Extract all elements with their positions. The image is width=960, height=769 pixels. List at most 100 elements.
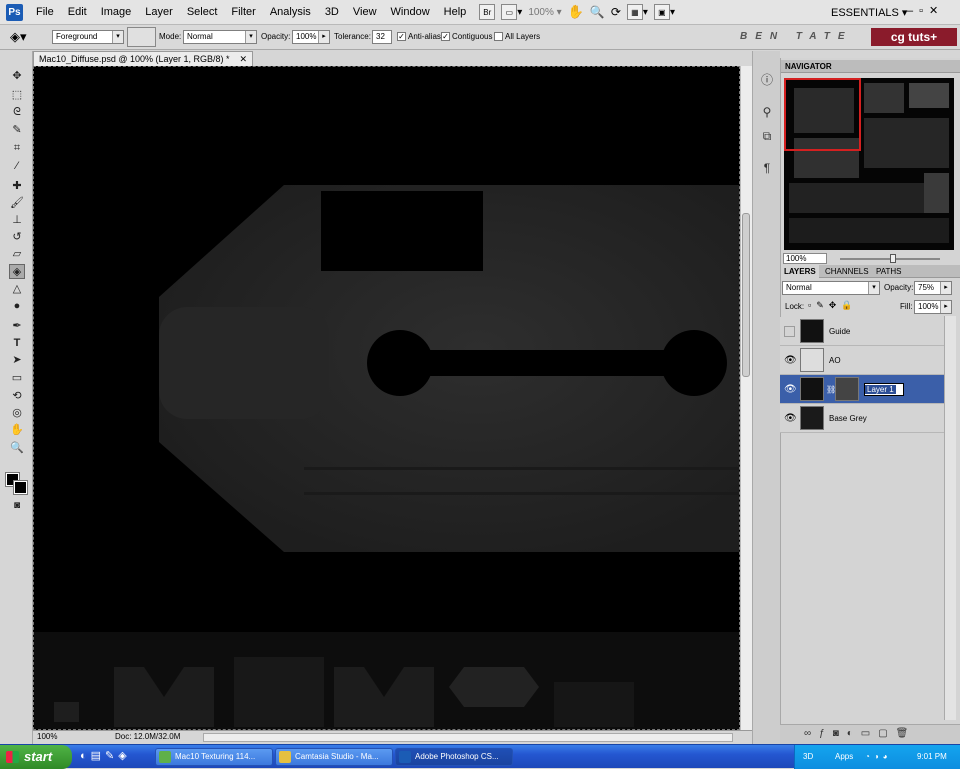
start-button[interactable]: start — [0, 745, 72, 769]
path-selection-tool-icon[interactable]: ➤ — [9, 353, 25, 368]
status-zoom[interactable]: 100% — [37, 731, 57, 743]
pen-tool-icon[interactable]: ✒ — [9, 319, 25, 334]
layers-scrollbar[interactable] — [944, 316, 956, 720]
type-tool-icon[interactable]: T — [9, 336, 25, 351]
brushes-panel-icon[interactable]: ⚲ — [758, 103, 776, 121]
eraser-tool-icon[interactable]: ▱ — [9, 247, 25, 262]
history-brush-tool-icon[interactable]: ↺ — [9, 230, 25, 245]
menu-help[interactable]: Help — [437, 0, 474, 25]
quick-mask-icon[interactable]: ◙ — [9, 498, 25, 513]
navigator-zoom-field[interactable]: 100% — [783, 253, 827, 264]
layer-row-base-grey[interactable]: 👁 Base Grey — [780, 404, 944, 433]
brush-tool-icon[interactable]: 🖌 — [9, 196, 25, 211]
canvas-scroll-thumb[interactable] — [742, 213, 750, 377]
clone-stamp-tool-icon[interactable]: ⊥ — [9, 213, 25, 228]
tab-layers[interactable]: LAYERS — [781, 265, 819, 278]
tray-icons[interactable]: ◔◑◕ — [865, 745, 892, 769]
tab-paths[interactable]: PATHS — [873, 265, 904, 278]
menu-layer[interactable]: Layer — [138, 0, 180, 25]
menu-image[interactable]: Image — [94, 0, 139, 25]
workspace-switcher[interactable]: ESSENTIALS ▾ — [831, 6, 907, 19]
bridge-button[interactable]: Br — [479, 4, 496, 21]
shape-tool-icon[interactable]: ▭ — [9, 371, 25, 386]
navigator-view-box[interactable] — [784, 78, 861, 151]
crop-tool-icon[interactable]: ⌗ — [9, 141, 25, 156]
layer-name[interactable]: Base Grey — [829, 404, 867, 433]
3d-rotate-tool-icon[interactable]: ⟲ — [9, 389, 25, 404]
dodge-tool-icon[interactable]: ● — [9, 299, 25, 314]
menu-window[interactable]: Window — [384, 0, 437, 25]
lasso-tool-icon[interactable]: ᘓ — [9, 105, 25, 120]
pattern-picker[interactable] — [127, 27, 156, 47]
layer-row-ao[interactable]: 👁 AO — [780, 346, 944, 375]
lock-icons[interactable]: ▫✎✥🔒 — [808, 300, 857, 311]
layer-rename-field[interactable]: Layer 1 — [864, 383, 904, 396]
tray-3d[interactable]: 3D — [803, 745, 813, 769]
navigator-panel-header[interactable]: NAVIGATOR — [781, 60, 960, 73]
clone-source-panel-icon[interactable]: ⧉ — [758, 127, 776, 145]
paint-bucket-tool-icon[interactable]: ◈ — [9, 264, 25, 279]
layer-opacity-input[interactable]: 75% ▸ — [914, 281, 952, 295]
fill-source-select[interactable]: Foreground ▾ — [52, 30, 124, 44]
hand-tool-icon[interactable]: ✋ — [568, 4, 584, 21]
screen-mode-button[interactable]: ▭ ▾ — [501, 4, 522, 21]
navigator-zoom-knob[interactable] — [890, 254, 896, 263]
menu-filter[interactable]: Filter — [224, 0, 262, 25]
menu-3d[interactable]: 3D — [318, 0, 346, 25]
taskbar-item-mac10-texturing[interactable]: Mac10 Texturing 114... — [155, 748, 273, 766]
healing-brush-tool-icon[interactable]: ✚ — [9, 179, 25, 194]
contiguous-checkbox[interactable]: ✓ — [441, 32, 450, 41]
close-document-icon[interactable]: ✕ — [239, 52, 247, 66]
paragraph-panel-icon[interactable]: ¶ — [758, 159, 776, 177]
layer-blend-mode-select[interactable]: Normal ▾ — [782, 281, 880, 295]
zoom-level-dropdown[interactable]: 100% ▾ — [528, 4, 561, 21]
background-color-swatch[interactable] — [13, 480, 28, 495]
rotate-view-icon[interactable]: ⟳ — [611, 4, 621, 21]
layer-fill-input[interactable]: 100% ▸ — [914, 300, 952, 314]
quick-selection-tool-icon[interactable]: ✎ — [9, 123, 25, 138]
window-controls[interactable]: –▫✕ — [907, 4, 944, 17]
all-layers-checkbox[interactable] — [494, 32, 503, 41]
tray-apps[interactable]: Apps — [835, 745, 853, 769]
document-canvas[interactable] — [33, 66, 740, 730]
menu-file[interactable]: File — [29, 0, 61, 25]
info-panel-icon[interactable]: ⓘ — [758, 71, 776, 89]
mode-select[interactable]: Normal ▾ — [183, 30, 257, 44]
layer-name[interactable]: AO — [829, 346, 841, 375]
layer-row-guide[interactable]: Guide — [780, 317, 944, 346]
anti-alias-checkbox[interactable]: ✓ — [397, 32, 406, 41]
hand-tool-icon[interactable]: ✋ — [9, 423, 25, 438]
menu-edit[interactable]: Edit — [61, 0, 94, 25]
canvas-horizontal-scrollbar[interactable] — [203, 733, 733, 742]
canvas-vertical-scrollbar[interactable] — [740, 66, 752, 730]
screen-mode-icon[interactable]: ▣ ▾ — [653, 4, 675, 21]
arrange-documents-button[interactable]: ▦ ▾ — [626, 4, 648, 21]
layer-visibility-toggle[interactable] — [784, 326, 795, 337]
quick-launch-icons[interactable]: ◐▤✎◈ — [80, 749, 131, 762]
layer-name[interactable]: Guide — [829, 317, 850, 346]
menu-analysis[interactable]: Analysis — [263, 0, 318, 25]
tab-channels[interactable]: CHANNELS — [822, 265, 872, 278]
move-tool-icon[interactable]: ✥ — [9, 69, 25, 84]
zoom-tool-icon[interactable]: 🔍 — [590, 4, 605, 21]
3d-orbit-tool-icon[interactable]: ◎ — [9, 406, 25, 421]
tolerance-input[interactable]: 32 — [372, 30, 392, 44]
menu-select[interactable]: Select — [180, 0, 225, 25]
taskbar-item-camtasia[interactable]: Camtasia Studio - Ma... — [275, 748, 393, 766]
opacity-input[interactable]: 100% ▸ — [292, 30, 330, 44]
eyedropper-tool-icon[interactable]: ⁄ — [9, 159, 25, 174]
eye-icon[interactable]: 👁 — [784, 355, 797, 366]
layer-row-layer-1[interactable]: 👁 ⛓ Layer 1 — [780, 375, 944, 404]
eye-icon[interactable]: 👁 — [784, 413, 797, 424]
blur-tool-icon[interactable]: △ — [9, 282, 25, 297]
paint-bucket-icon[interactable]: ◈▾ — [10, 29, 27, 45]
marquee-tool-icon[interactable]: ⬚ — [9, 88, 25, 103]
layers-panel-footer-icons[interactable]: ∞ƒ◙◐▭▢🗑 — [780, 724, 960, 744]
eye-icon[interactable]: 👁 — [784, 384, 797, 395]
zoom-tool-icon[interactable]: 🔍 — [9, 441, 25, 456]
document-tab[interactable]: Mac10_Diffuse.psd @ 100% (Layer 1, RGB/8… — [33, 51, 253, 66]
layer-thumbnail — [800, 319, 824, 343]
layer-mask-thumbnail[interactable] — [835, 377, 859, 401]
menu-view[interactable]: View — [346, 0, 384, 25]
taskbar-item-photoshop[interactable]: Adobe Photoshop CS... — [395, 748, 513, 766]
